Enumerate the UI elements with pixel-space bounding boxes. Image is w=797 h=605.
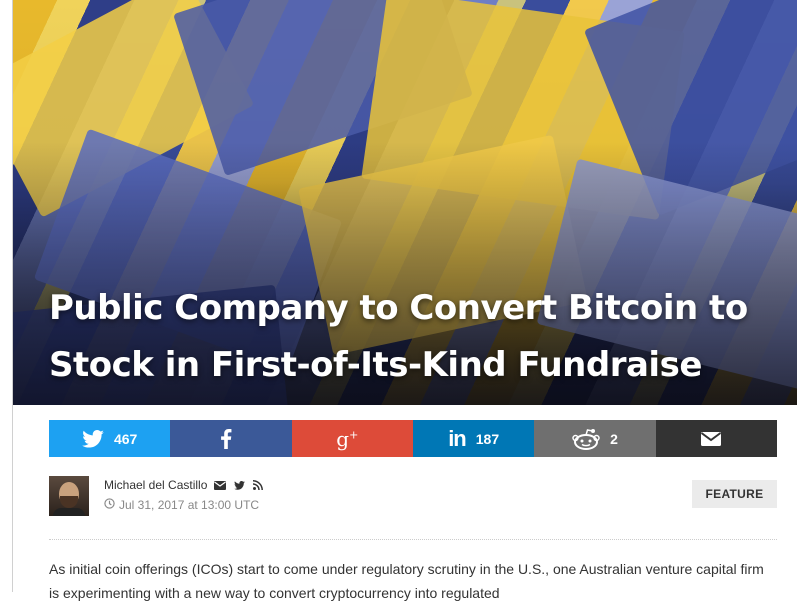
avatar-beard	[60, 496, 78, 508]
email-share-button[interactable]	[655, 420, 777, 457]
article-title: Public Company to Convert Bitcoin to Sto…	[49, 288, 748, 385]
googleplus-share-button[interactable]: g+	[291, 420, 413, 457]
article-body: As initial coin offerings (ICOs) start t…	[49, 561, 764, 601]
reddit-share-count: 2	[610, 430, 618, 447]
author-twitter-icon[interactable]	[233, 479, 245, 491]
divider	[49, 539, 777, 540]
twitter-share-count: 467	[113, 430, 138, 447]
linkedin-icon: in	[448, 425, 467, 451]
author-email-icon[interactable]	[214, 479, 227, 491]
rss-icon[interactable]	[252, 479, 264, 491]
publish-date: Jul 31, 2017 at 13:00 UTC	[119, 498, 260, 512]
author-line: Michael del Castillo	[104, 478, 264, 492]
author-avatar[interactable]	[49, 476, 89, 516]
facebook-icon	[220, 428, 232, 449]
byline: Michael del Castillo Jul 31, 2017 at 13:…	[49, 476, 777, 526]
avatar-shirt	[53, 508, 85, 516]
email-icon	[700, 431, 722, 447]
feature-tag[interactable]: FEATURE	[692, 480, 777, 508]
linkedin-share-count: 187	[475, 430, 500, 447]
twitter-icon	[82, 429, 104, 448]
hero-image: Public Company to Convert Bitcoin to Sto…	[13, 0, 797, 405]
article-frame: Public Company to Convert Bitcoin to Sto…	[12, 0, 797, 601]
googleplus-icon: g+	[336, 426, 359, 451]
facebook-share-button[interactable]	[170, 420, 292, 457]
linkedin-share-button[interactable]: in 187	[412, 420, 535, 457]
reddit-share-button[interactable]: 2	[534, 420, 656, 457]
clock-icon	[104, 498, 115, 512]
reddit-icon	[572, 428, 600, 450]
share-bar: 467 g+ in 187 2	[49, 420, 777, 457]
publish-date-line: Jul 31, 2017 at 13:00 UTC	[104, 498, 259, 512]
author-name[interactable]: Michael del Castillo	[104, 478, 207, 492]
twitter-share-button[interactable]: 467	[49, 420, 171, 457]
